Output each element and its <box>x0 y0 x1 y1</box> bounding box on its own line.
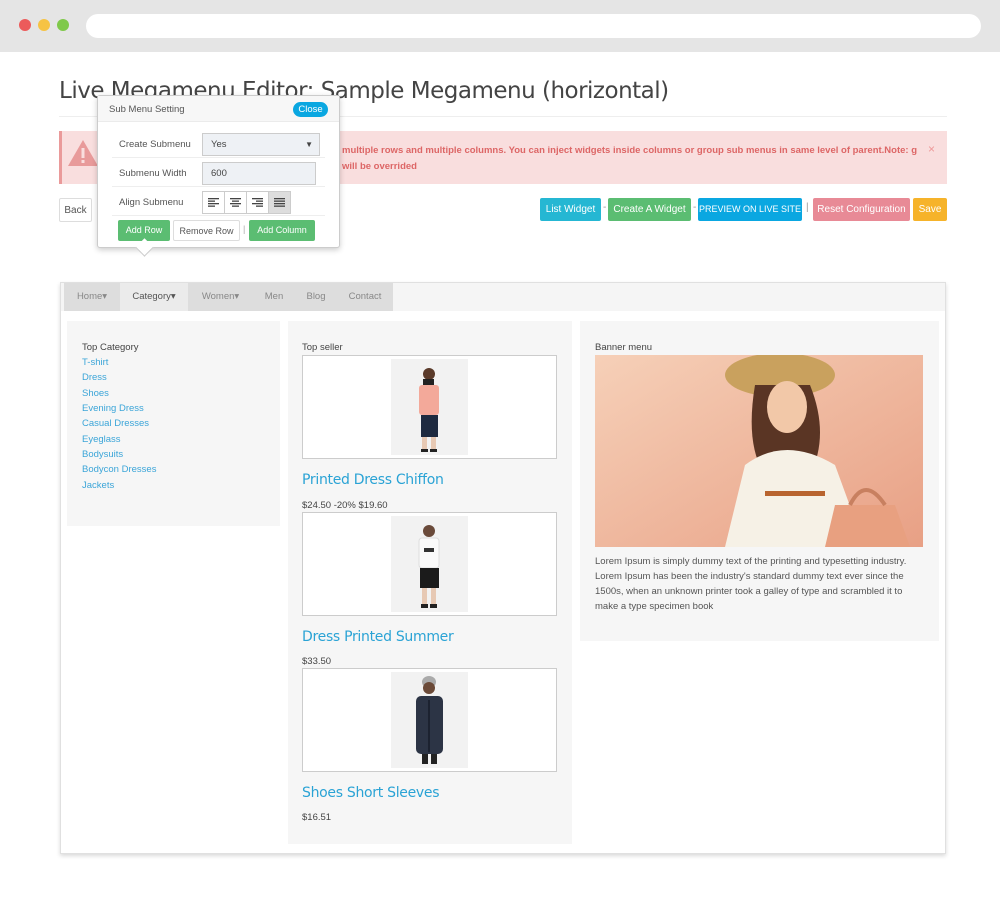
align-right-button[interactable] <box>246 191 269 214</box>
alert-text: multiple rows and multiple columns. You … <box>342 145 918 172</box>
banner-column: Banner menu Lorem Ipsum is simply dummy … <box>580 321 939 641</box>
remove-row-button[interactable]: Remove Row <box>173 220 240 241</box>
product-name[interactable]: Printed Dress Chiffon <box>302 472 444 488</box>
popover-close-button[interactable]: Close <box>293 102 328 117</box>
top-seller-title: Top seller <box>302 342 343 353</box>
category-column: Top Category T-shirt Dress Shoes Evening… <box>67 321 280 526</box>
add-row-button[interactable]: Add Row <box>118 220 170 241</box>
popover-header: Sub Menu Setting Close <box>98 96 339 122</box>
product-price: $16.51 <box>302 812 332 823</box>
align-left-button[interactable] <box>202 191 225 214</box>
list-widget-button[interactable]: List Widget <box>540 198 601 221</box>
nav-item-women[interactable]: Women▾ <box>188 283 253 311</box>
category-link[interactable]: Bodysuits <box>82 449 123 460</box>
megamenu-preview: Home▾ Category▾ Women▾ Men Blog Contact … <box>60 282 946 854</box>
minimize-window-dot[interactable] <box>38 19 50 31</box>
popover-separator: | <box>243 224 246 234</box>
create-submenu-row: Create Submenu Yes ▼ <box>112 130 325 158</box>
banner-image[interactable] <box>595 355 923 547</box>
product-photo <box>391 516 468 612</box>
align-justify-icon <box>274 198 285 207</box>
category-link[interactable]: Dress <box>82 372 107 383</box>
nav-item-home[interactable]: Home▾ <box>64 283 120 311</box>
back-button[interactable]: Back <box>59 198 92 222</box>
product-price: $24.50 -20% $19.60 <box>302 500 388 511</box>
category-link[interactable]: Bodycon Dresses <box>82 464 156 475</box>
address-bar[interactable] <box>86 14 981 38</box>
submenu-width-label: Submenu Width <box>119 168 187 179</box>
nav-item-contact[interactable]: Contact <box>337 283 393 311</box>
product-name[interactable]: Shoes Short Sleeves <box>302 785 440 801</box>
align-submenu-label: Align Submenu <box>119 197 184 208</box>
submenu-width-row: Submenu Width 600 <box>112 159 325 187</box>
submenu-settings-popover: Sub Menu Setting Close Create Submenu Ye… <box>97 95 340 248</box>
banner-description: Lorem Ipsum is simply dummy text of the … <box>595 556 907 612</box>
nav-item-men[interactable]: Men <box>253 283 295 311</box>
product-photo <box>391 672 468 768</box>
category-link[interactable]: Shoes <box>82 388 109 399</box>
align-submenu-row: Align Submenu <box>112 188 325 216</box>
category-link[interactable]: T-shirt <box>82 357 108 368</box>
nav-item-blog[interactable]: Blog <box>295 283 337 311</box>
top-seller-column: Top seller Printed Dress Chiffon $24.50 … <box>288 321 572 844</box>
close-window-dot[interactable] <box>19 19 31 31</box>
warning-icon <box>68 140 98 166</box>
align-right-icon <box>252 198 263 207</box>
preview-live-site-button[interactable]: PREVIEW ON LIVE SITE <box>698 198 802 221</box>
popover-title: Sub Menu Setting <box>109 104 185 115</box>
product-image[interactable] <box>302 668 557 772</box>
product-price: $33.50 <box>302 656 332 667</box>
save-button[interactable]: Save <box>913 198 947 221</box>
category-link[interactable]: Eyeglass <box>82 434 121 445</box>
align-left-icon <box>208 198 219 207</box>
create-submenu-label: Create Submenu <box>119 139 191 150</box>
create-submenu-value: Yes <box>211 139 227 150</box>
product-image[interactable] <box>302 355 557 459</box>
align-justify-button[interactable] <box>268 191 291 214</box>
banner-title: Banner menu <box>595 342 653 353</box>
align-button-group <box>202 191 291 214</box>
toolbar-separator: - <box>693 202 697 213</box>
add-column-button[interactable]: Add Column <box>249 220 315 241</box>
navbar: Home▾ Category▾ Women▾ Men Blog Contact <box>61 283 945 311</box>
reset-configuration-button[interactable]: Reset Configuration <box>813 198 910 221</box>
category-link[interactable]: Evening Dress <box>82 403 144 414</box>
category-title: Top Category <box>82 342 139 353</box>
product-photo <box>391 359 468 455</box>
product-name[interactable]: Dress Printed Summer <box>302 629 454 645</box>
nav-item-category[interactable]: Category▾ <box>120 283 188 311</box>
product-image[interactable] <box>302 512 557 616</box>
create-widget-button[interactable]: Create A Widget <box>608 198 691 221</box>
toolbar-separator: - <box>603 202 607 213</box>
align-center-button[interactable] <box>224 191 247 214</box>
maximize-window-dot[interactable] <box>57 19 69 31</box>
category-link[interactable]: Jackets <box>82 480 114 491</box>
alert-close-button[interactable]: × <box>928 142 935 156</box>
toolbar-separator: | <box>806 202 809 213</box>
chevron-down-icon: ▼ <box>305 140 313 149</box>
browser-chrome <box>0 0 1000 52</box>
align-center-icon <box>230 198 241 207</box>
create-submenu-select[interactable]: Yes ▼ <box>202 133 320 156</box>
submenu-width-input[interactable]: 600 <box>202 162 316 185</box>
category-link[interactable]: Casual Dresses <box>82 418 149 429</box>
